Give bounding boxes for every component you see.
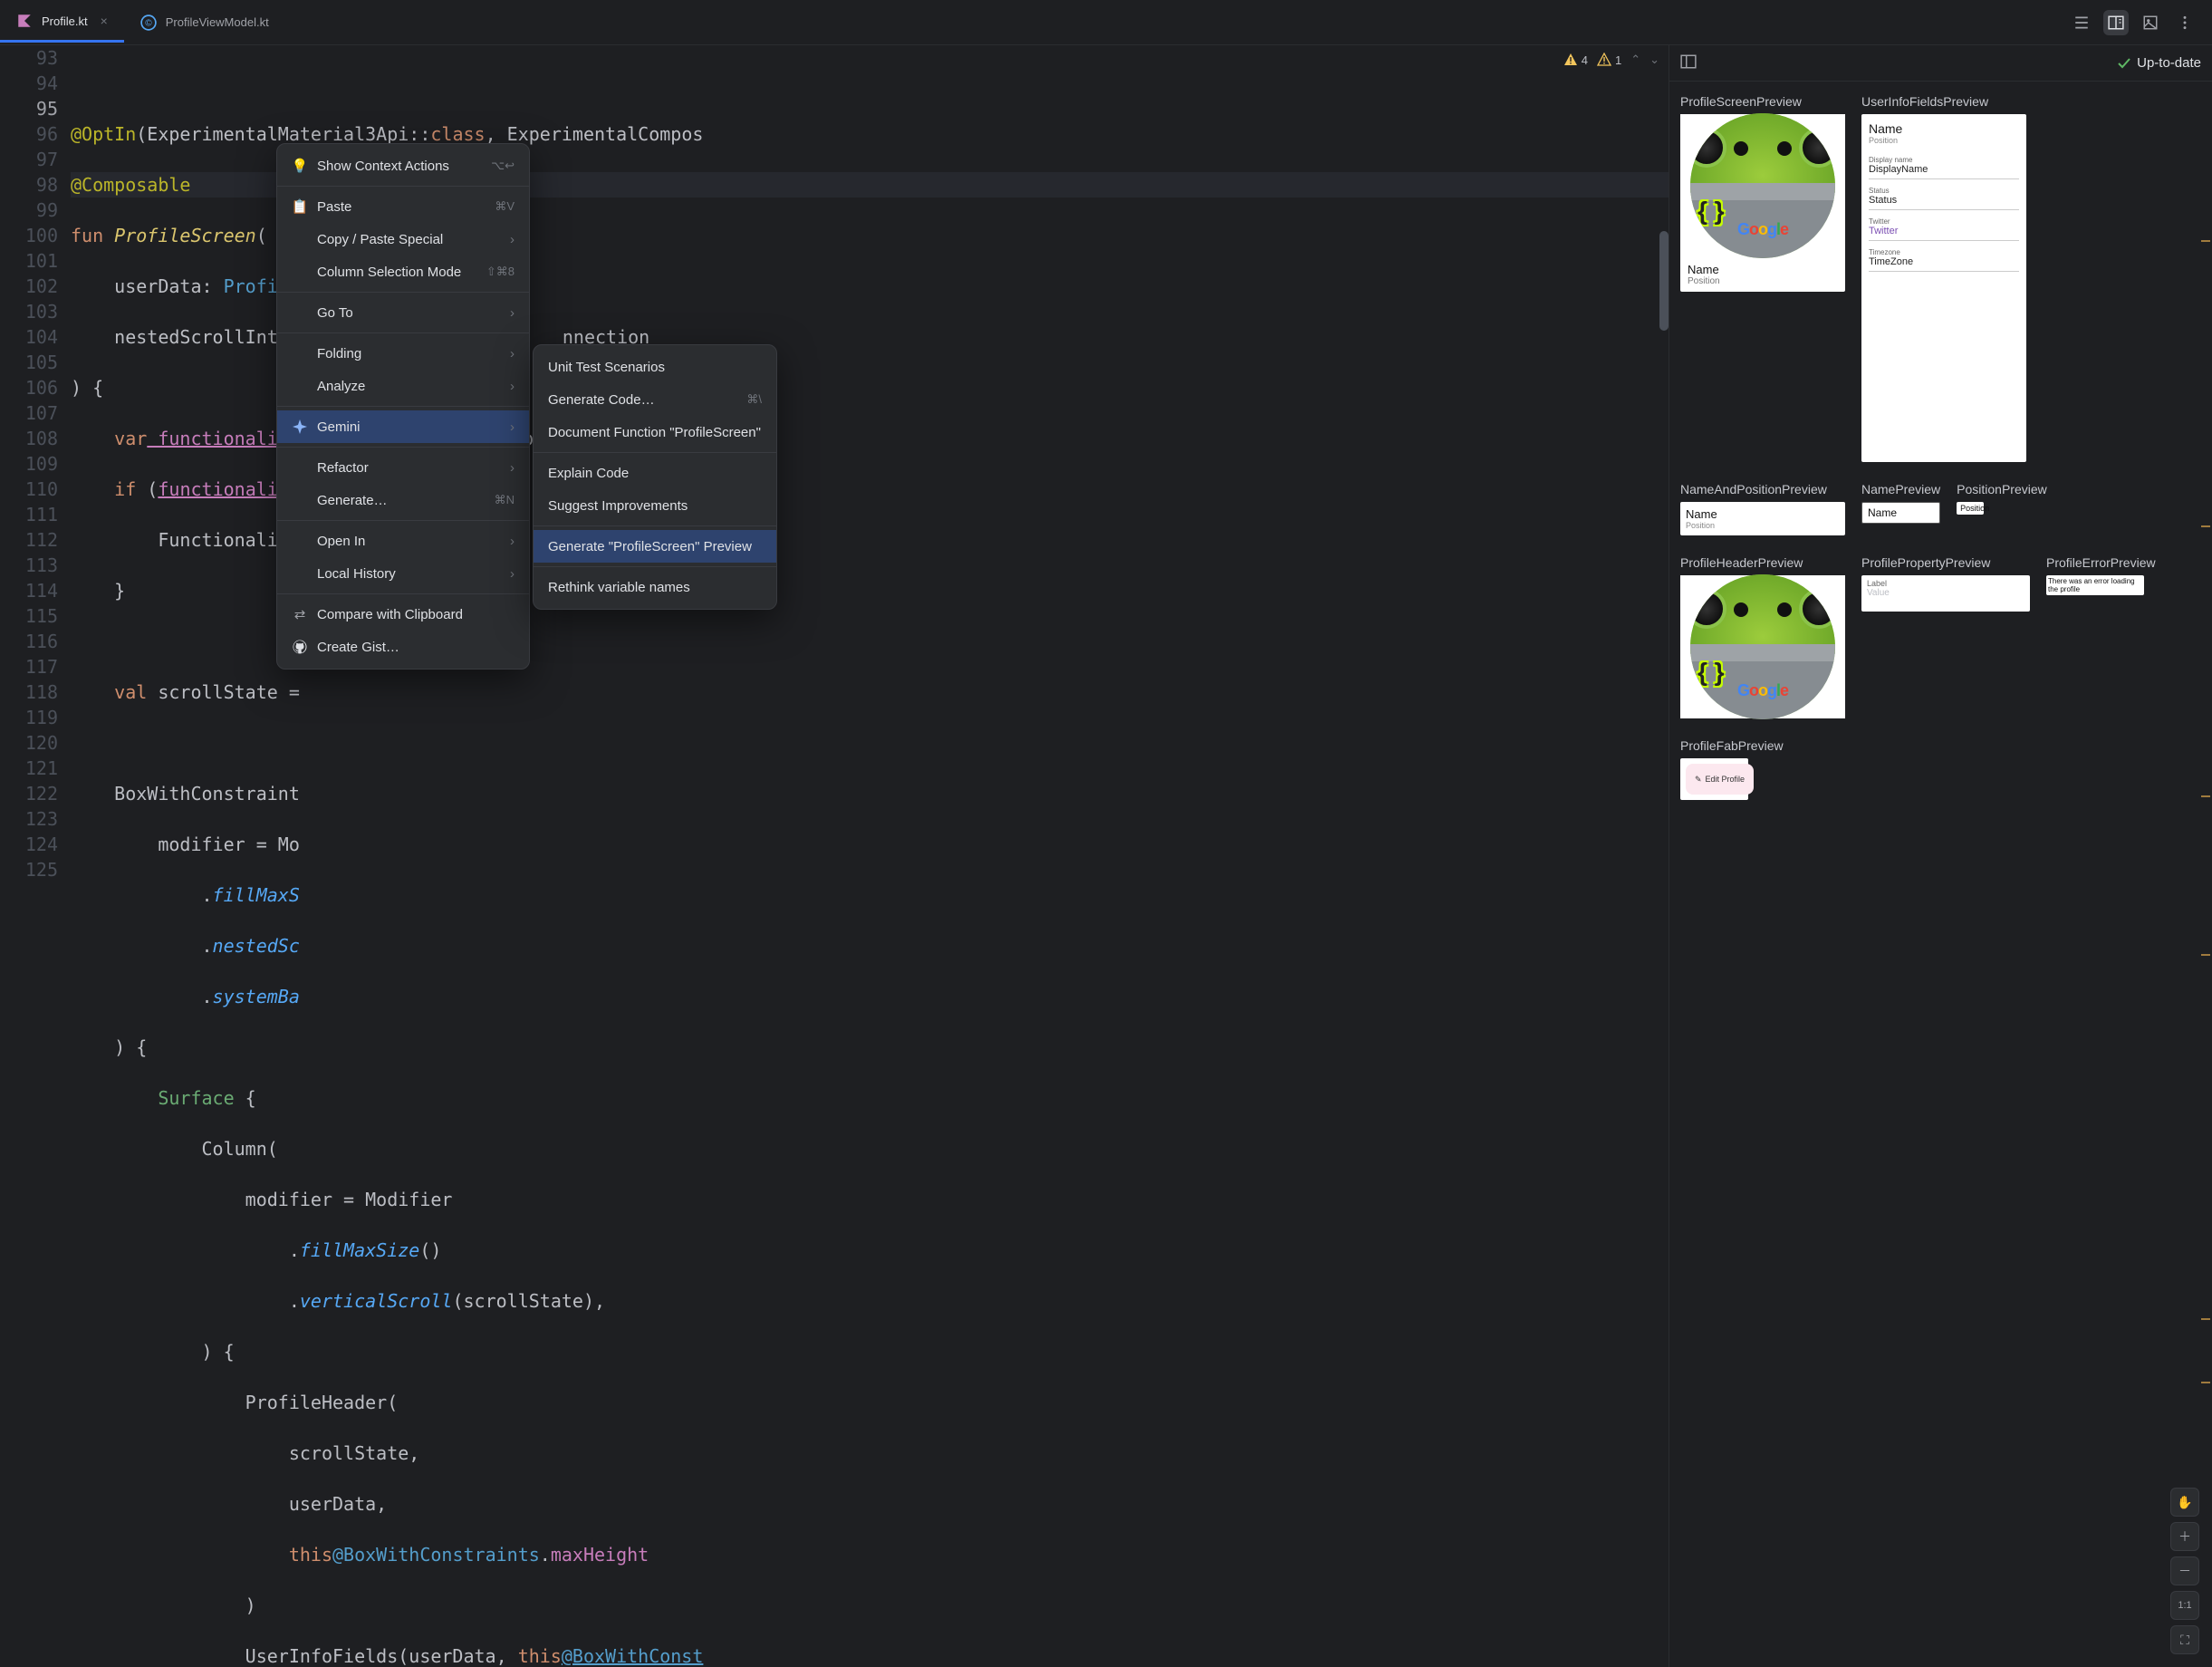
warning-count: 4 [1582,53,1588,67]
submenu-rethink-names[interactable]: Rethink variable names [534,571,776,603]
preview-profile-fab[interactable]: ProfileFabPreview ✎Edit Profile [1680,738,1784,800]
clipboard-icon: 📋 [292,198,308,215]
check-icon [2117,56,2131,71]
menu-create-gist[interactable]: Create Gist… [277,631,529,663]
gemini-icon [292,419,308,434]
submenu-generate-preview[interactable]: Generate "ProfileScreen" Preview [534,530,776,563]
close-icon[interactable]: × [101,14,108,28]
github-icon [292,640,308,654]
editor-inspection-widget[interactable]: 4 1 ⌃ ⌄ [1563,53,1659,67]
menu-folding[interactable]: Folding › [277,337,529,370]
weak-warning-icon [1597,53,1611,67]
menu-copy-paste-special[interactable]: Copy / Paste Special › [277,223,529,255]
warning-icon [1563,53,1578,67]
chevron-down-icon[interactable]: ⌄ [1649,53,1659,67]
context-menu: 💡 Show Context Actions ⌥↩ 📋 Paste ⌘V Cop… [276,143,530,670]
submenu-unit-test[interactable]: Unit Test Scenarios [534,351,776,383]
kotlin-file-icon [16,13,33,29]
preview-name-and-position[interactable]: NameAndPositionPreview Name Position [1680,482,1845,535]
gemini-submenu: Unit Test Scenarios Generate Code…⌘\ Doc… [533,344,777,610]
submenu-suggest-improvements[interactable]: Suggest Improvements [534,489,776,522]
pan-icon[interactable]: ✋ [2170,1488,2199,1517]
tab-label: ProfileViewModel.kt [166,15,269,29]
preview-toolbar: ✋ ＋ － 1:1 ⛶ [2170,1488,2199,1654]
scrollbar-thumb[interactable] [1659,231,1669,331]
minimap[interactable] [2199,82,2212,1667]
status-up-to-date: Up-to-date [2117,55,2201,71]
tab-profileviewmodel-kt[interactable]: © ProfileViewModel.kt [124,2,285,43]
menu-column-selection[interactable]: Column Selection Mode ⇧⌘8 [277,255,529,288]
edit-icon: ✎ [1695,775,1702,785]
view-design-icon[interactable] [2138,10,2163,35]
submenu-explain-code[interactable]: Explain Code [534,457,776,489]
menu-paste[interactable]: 📋 Paste ⌘V [277,190,529,223]
menu-goto[interactable]: Go To › [277,296,529,329]
preview-profile-header[interactable]: ProfileHeaderPreview { }Google [1680,555,1845,718]
menu-gemini[interactable]: Gemini › [277,410,529,443]
menu-show-context-actions[interactable]: 💡 Show Context Actions ⌥↩ [277,149,529,182]
tab-label: Profile.kt [42,14,88,28]
submenu-document-function[interactable]: Document Function "ProfileScreen" [534,416,776,448]
submenu-generate-code[interactable]: Generate Code…⌘\ [534,383,776,416]
menu-open-in[interactable]: Open In › [277,525,529,557]
menu-generate[interactable]: Generate… ⌘N [277,484,529,516]
tabs-bar: Profile.kt × © ProfileViewModel.kt [0,0,2212,45]
preview-profile-error[interactable]: ProfileErrorPreview There was an error l… [2046,555,2156,718]
zoom-fit-icon[interactable]: ⛶ [2170,1625,2199,1654]
zoom-out-icon[interactable]: － [2170,1556,2199,1585]
more-icon[interactable] [2172,10,2198,35]
tab-profile-kt[interactable]: Profile.kt × [0,2,124,43]
svg-text:©: © [145,18,152,28]
zoom-in-icon[interactable]: ＋ [2170,1522,2199,1551]
preview-profile-screen[interactable]: ProfileScreenPreview { }Google [1680,94,1845,462]
preview-user-info-fields[interactable]: UserInfoFieldsPreview Name Position Disp… [1861,94,2026,462]
gutter: 93 94 95 96 97 98 99 100 101 102 103 104… [0,45,71,1667]
menu-refactor[interactable]: Refactor › [277,451,529,484]
preview-pane: Up-to-date ProfileScreenPreview [1669,45,2212,1667]
weak-warning-count: 1 [1615,53,1621,67]
bulb-icon: 💡 [292,158,308,174]
diff-icon: ⇄ [292,606,308,622]
layout-icon[interactable] [1680,53,1697,72]
view-list-icon[interactable] [2069,10,2094,35]
editor-pane: 4 1 ⌃ ⌄ 93 94 95 96 97 98 99 100 101 102… [0,45,1669,1667]
zoom-ratio-button[interactable]: 1:1 [2170,1591,2199,1620]
chevron-up-icon[interactable]: ⌃ [1630,53,1640,67]
menu-compare-clipboard[interactable]: ⇄ Compare with Clipboard [277,598,529,631]
view-split-icon[interactable] [2103,10,2129,35]
menu-analyze[interactable]: Analyze › [277,370,529,402]
menu-local-history[interactable]: Local History › [277,557,529,590]
preview-profile-property[interactable]: ProfilePropertyPreview Label Value [1861,555,2030,718]
kotlin-class-icon: © [140,14,157,31]
preview-position[interactable]: PositionPreview Position [1957,482,2047,535]
preview-name[interactable]: NamePreview Name [1861,482,1940,535]
